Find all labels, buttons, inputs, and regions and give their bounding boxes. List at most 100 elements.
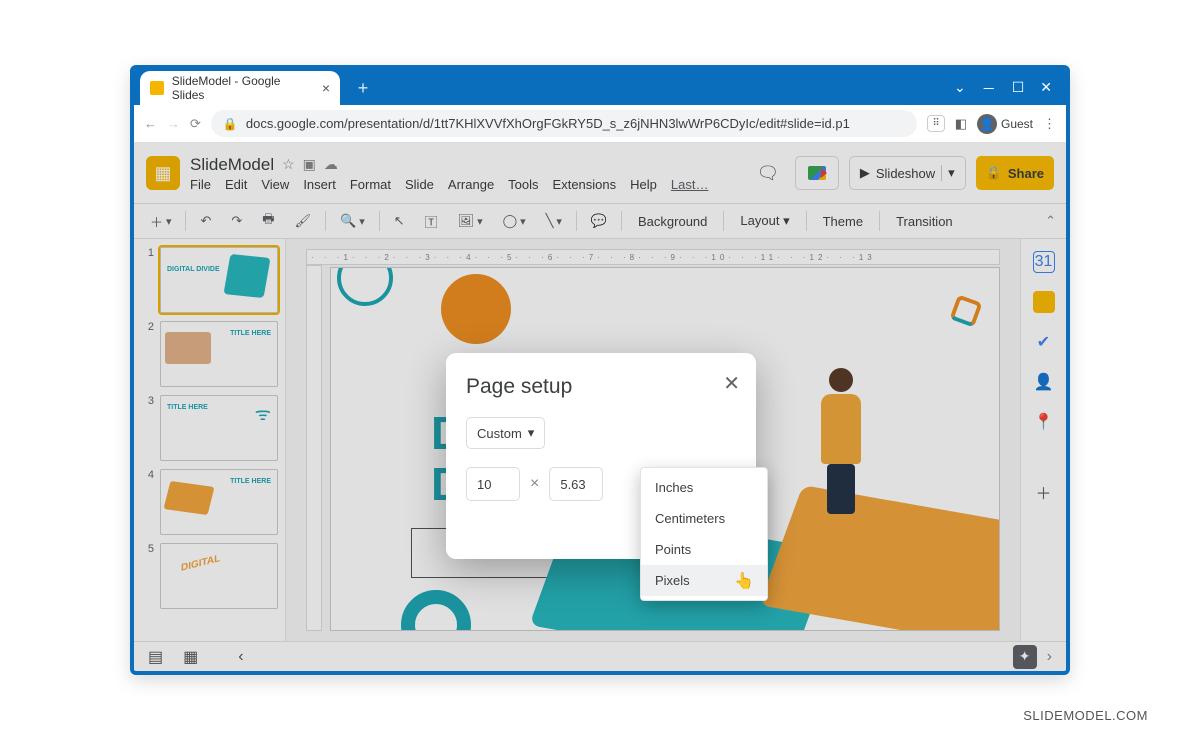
url-text: docs.google.com/presentation/d/1tt7KHlXV… (246, 116, 850, 131)
redo-icon[interactable]: ↷ (225, 209, 248, 233)
unit-option-centimeters[interactable]: Centimeters (641, 503, 767, 534)
maximize-icon[interactable]: ☐ (1012, 79, 1025, 99)
maps-icon[interactable]: 📍 (1033, 411, 1055, 433)
collapse-panel-icon[interactable]: ‹ (238, 648, 243, 666)
preset-label: Custom (477, 426, 522, 441)
person-illustration (811, 368, 871, 518)
tab-close-icon[interactable]: × (322, 80, 330, 96)
units-dropdown[interactable]: Inches Centimeters Points Pixels (640, 467, 768, 601)
dialog-title: Page setup (466, 375, 736, 399)
comment-add-icon[interactable]: 💬 (585, 209, 613, 233)
footer-bar: ▤ ▦ ‹ ✦ › (134, 641, 1066, 671)
decor-circle-icon (441, 274, 511, 344)
move-icon[interactable]: ▣ (303, 156, 316, 173)
collapse-toolbar-icon[interactable]: ⌃ (1045, 213, 1056, 229)
toolbar-theme[interactable]: Theme (815, 210, 871, 233)
menu-help[interactable]: Help (630, 177, 657, 192)
keep-icon[interactable] (1033, 291, 1055, 313)
back-icon[interactable]: ← (144, 116, 157, 131)
dialog-close-icon[interactable]: ✕ (723, 371, 740, 396)
new-slide-button[interactable]: ＋▾ (144, 208, 177, 235)
decor-ring-icon (337, 267, 393, 306)
chevron-down-icon[interactable]: ⌄ (954, 79, 966, 99)
thumb-title: TITLE HERE (230, 478, 271, 485)
browser-tab[interactable]: SlideModel - Google Slides × (140, 71, 340, 105)
toolbar-layout[interactable]: Layout ▾ (732, 209, 797, 233)
minimize-icon[interactable]: － (982, 79, 996, 99)
extensions-icon[interactable]: ◧ (955, 116, 967, 132)
tasks-icon[interactable]: ✔ (1033, 331, 1055, 353)
slide-thumb-3[interactable]: TITLE HERE ᯤ (160, 395, 278, 461)
slide-thumb-2[interactable]: TITLE HERE (160, 321, 278, 387)
menu-insert[interactable]: Insert (303, 177, 336, 192)
chevron-down-icon[interactable]: ▾ (941, 165, 955, 181)
ruler-horizontal: · · ·1· · ·2· · ·3· · ·4· · ·5· · ·6· · … (306, 249, 1000, 265)
comments-icon[interactable]: 🗨 (751, 156, 785, 190)
unit-option-points[interactable]: Points (641, 534, 767, 565)
addons-plus-icon[interactable]: ＋ (1033, 481, 1055, 503)
line-icon[interactable]: ╲▾ (540, 209, 568, 233)
new-tab-button[interactable]: + (350, 75, 376, 101)
tab-title: SlideModel - Google Slides (172, 74, 314, 102)
share-button[interactable]: 🔒 Share (976, 156, 1054, 190)
menu-edit[interactable]: Edit (225, 177, 247, 192)
slideshow-button[interactable]: ▶ Slideshow ▾ (849, 156, 966, 190)
width-input[interactable] (466, 467, 520, 501)
meet-button[interactable] (795, 156, 839, 190)
doc-title[interactable]: SlideModel (190, 155, 274, 175)
explore-icon[interactable]: ✦ (1013, 645, 1037, 669)
ruler-vertical (306, 265, 322, 631)
slide-thumb-1[interactable]: DIGITAL DIVIDE (160, 247, 278, 313)
chevron-down-icon: ▾ (528, 425, 535, 441)
size-preset-dropdown[interactable]: Custom ▾ (466, 417, 545, 449)
toolbar-background[interactable]: Background (630, 210, 715, 233)
decor-ring-icon (401, 590, 471, 631)
url-input[interactable]: 🔒 docs.google.com/presentation/d/1tt7KHl… (211, 110, 917, 137)
image-icon[interactable]: 🖼▾ (452, 209, 489, 233)
star-icon[interactable]: ☆ (282, 156, 295, 173)
filmstrip-view-icon[interactable]: ▤ (148, 647, 163, 667)
menu-last-edit[interactable]: Last… (671, 177, 709, 192)
window-controls: ⌄ － ☐ ✕ (954, 79, 1066, 105)
zoom-icon[interactable]: 🔍▾ (334, 209, 371, 233)
menu-tools[interactable]: Tools (508, 177, 538, 192)
slides-logo-icon[interactable]: ▦ (146, 156, 180, 190)
thumb-title: DIGITAL DIVIDE (167, 266, 220, 273)
unit-option-pixels[interactable]: Pixels (641, 565, 767, 596)
thumbnail-panel[interactable]: 1 DIGITAL DIVIDE 2 TITLE HERE 3 TITLE HE… (134, 239, 286, 641)
menu-slide[interactable]: Slide (405, 177, 434, 192)
watermark-text: SLIDEMODEL.COM (1023, 708, 1148, 723)
slide-thumb-5[interactable]: DIGITAL (160, 543, 278, 609)
height-input[interactable] (549, 467, 603, 501)
menu-file[interactable]: File (190, 177, 211, 192)
unit-option-inches[interactable]: Inches (641, 472, 767, 503)
close-icon[interactable]: ✕ (1040, 79, 1052, 99)
toolbar-transition[interactable]: Transition (888, 210, 961, 233)
grid-view-icon[interactable]: ▦ (183, 647, 198, 667)
cloud-saved-icon: ☁ (324, 156, 338, 173)
calendar-icon[interactable]: 31 (1033, 251, 1055, 273)
platform-shape (759, 485, 1000, 631)
undo-icon[interactable]: ↶ (194, 209, 217, 233)
browser-menu-icon[interactable]: ⋮ (1043, 116, 1056, 132)
menu-format[interactable]: Format (350, 177, 391, 192)
menu-arrange[interactable]: Arrange (448, 177, 494, 192)
menu-extensions[interactable]: Extensions (553, 177, 617, 192)
thumb-title: TITLE HERE (167, 404, 208, 411)
shape-icon[interactable]: ◯▾ (497, 209, 532, 233)
textbox-icon[interactable]: 🅃 (419, 208, 444, 235)
translate-icon[interactable]: ⠿ (927, 115, 944, 132)
guest-label: Guest (1001, 117, 1033, 131)
show-sidepanel-icon[interactable]: › (1047, 648, 1052, 666)
profile-chip[interactable]: 👤 Guest (977, 114, 1033, 134)
paint-format-icon[interactable]: 🖌 (289, 209, 318, 233)
thumb-number: 4 (140, 469, 154, 535)
slide-thumb-4[interactable]: TITLE HERE (160, 469, 278, 535)
avatar-icon: 👤 (977, 114, 997, 134)
reload-icon[interactable]: ⟳ (190, 116, 201, 132)
forward-icon[interactable]: → (167, 116, 180, 131)
menu-view[interactable]: View (261, 177, 289, 192)
contacts-icon[interactable]: 👤 (1033, 371, 1055, 393)
select-tool-icon[interactable]: ↖ (388, 209, 411, 233)
print-icon[interactable]: 🖶 (256, 206, 280, 236)
